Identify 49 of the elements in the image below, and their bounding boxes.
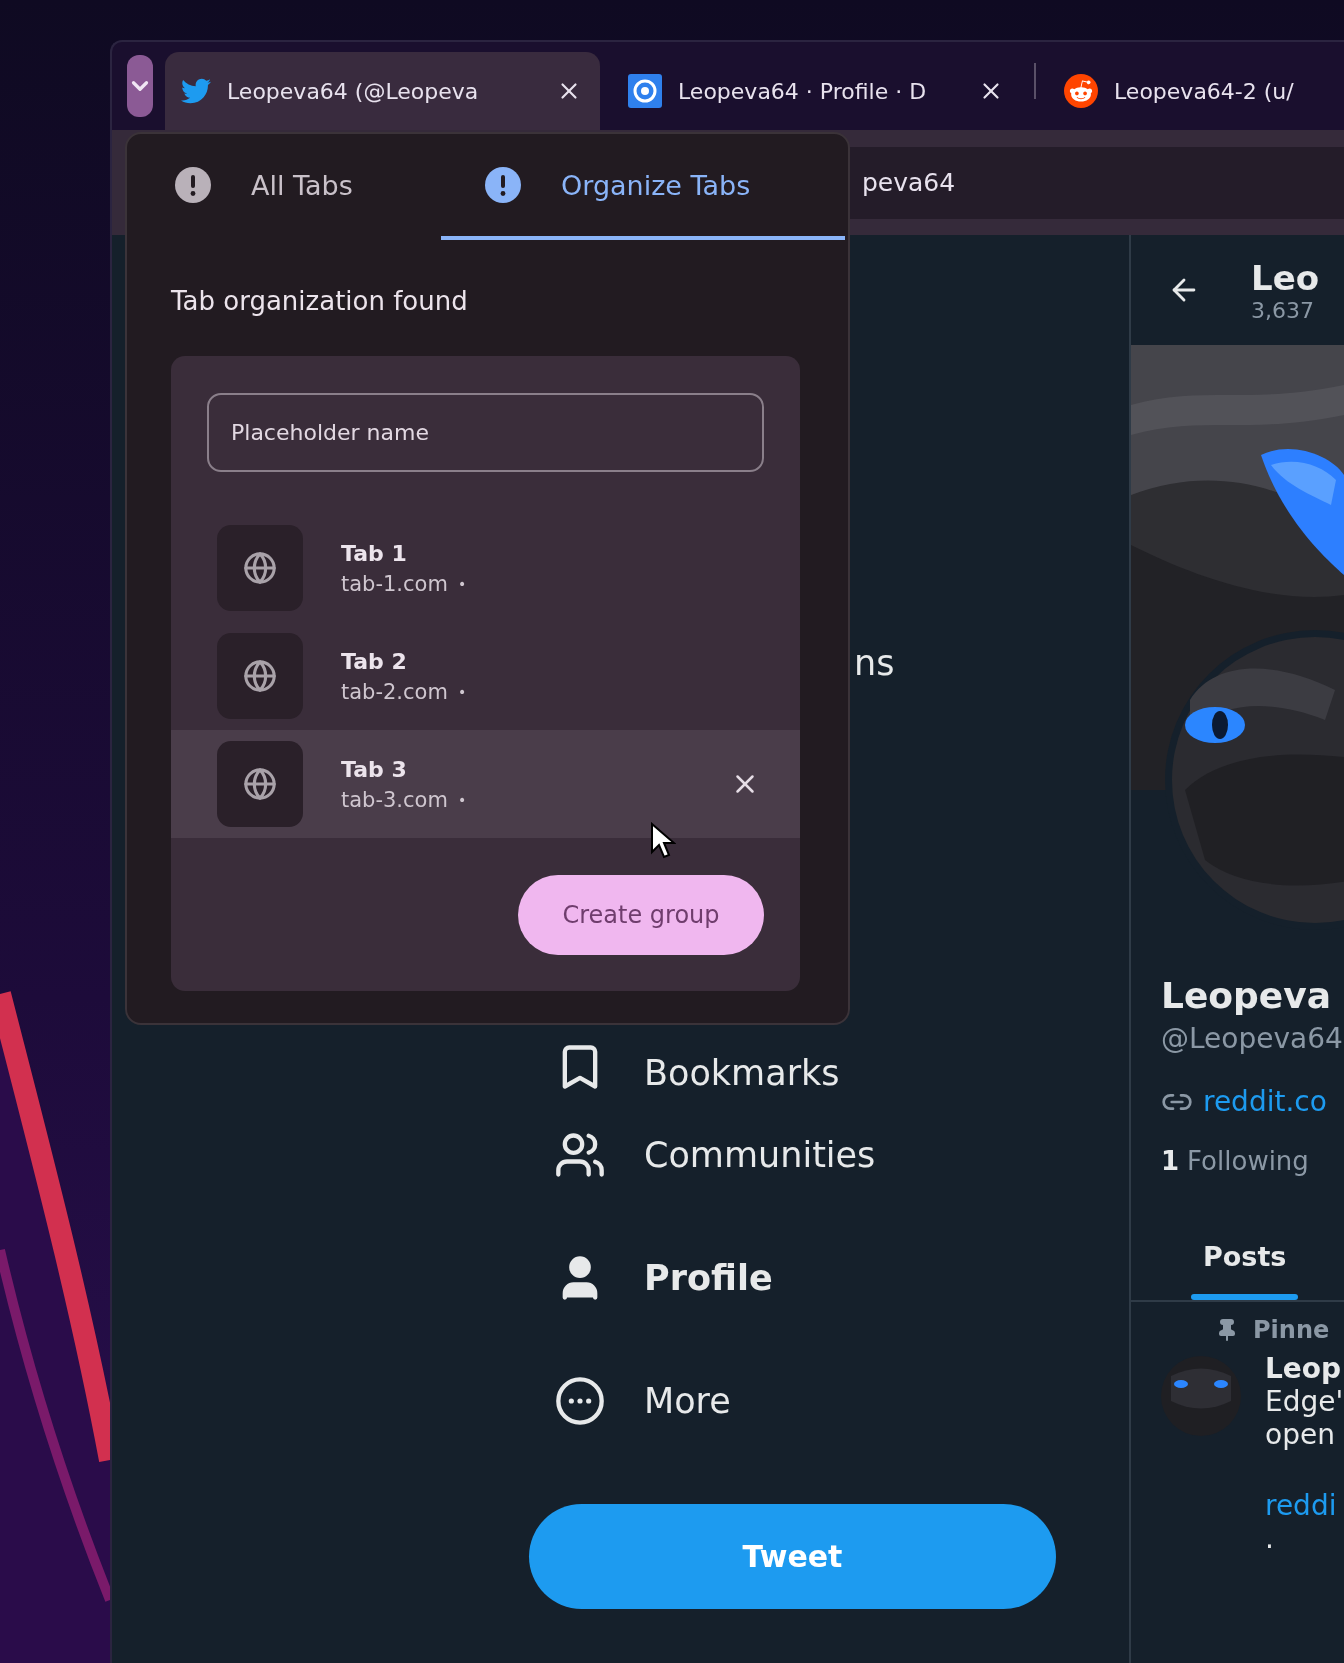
tab-url: tab-1.com (341, 571, 448, 596)
globe-icon (217, 741, 303, 827)
nav-item[interactable]: Bookmarks (554, 990, 1129, 1093)
bird-icon (181, 76, 211, 106)
nav-item[interactable]: More (554, 1339, 1129, 1462)
profile-link[interactable]: reddit.co (1203, 1085, 1327, 1118)
post-count: 3,637 (1251, 297, 1315, 323)
post-link[interactable]: reddi (1265, 1489, 1344, 1522)
post-author: Leop (1265, 1352, 1343, 1385)
post-text: Edge' (1265, 1385, 1344, 1418)
globe-icon (217, 525, 303, 611)
nav-item[interactable]: Profile (554, 1216, 1129, 1339)
tab-row[interactable]: Tab 1 tab-1.com • (171, 514, 800, 622)
browser-tab[interactable]: Leopeva64 · Profile · D (612, 52, 1022, 130)
info-icon (485, 167, 521, 203)
popup-tab[interactable]: Organize Tabs (441, 134, 845, 240)
browser-tab[interactable]: Leopeva64-2 (u/ (1048, 52, 1344, 130)
globe-icon (217, 633, 303, 719)
tab-url: tab-2.com (341, 679, 448, 704)
info-icon (175, 167, 211, 203)
tab-url: tab-3.com (341, 787, 448, 812)
popup-heading: Tab organization found (171, 286, 469, 316)
tab-row[interactable]: Tab 2 tab-2.com • (171, 622, 800, 730)
nav-item[interactable]: Communities (554, 1093, 1129, 1216)
tab-row[interactable]: Tab 3 tab-3.com • (171, 730, 800, 838)
more-icon (554, 1374, 606, 1427)
profile-tab[interactable]: Posts (1191, 1221, 1299, 1300)
following-label: Following (1187, 1146, 1309, 1176)
tab-title: Tab 2 (341, 648, 408, 674)
separator-dot: • (457, 791, 467, 808)
tab-list-button[interactable] (127, 55, 153, 117)
post-text: . (1265, 1522, 1275, 1555)
profile-display-name: Leopeva (1161, 975, 1333, 1016)
popup-tab[interactable]: All Tabs (127, 134, 441, 240)
pinned-label: Pinne (1253, 1316, 1330, 1344)
tab-title: Tab 1 (341, 540, 408, 566)
profile-handle: @Leopeva64 (1161, 1022, 1344, 1055)
separator-dot: • (457, 683, 467, 700)
group-name-field[interactable]: Placeholder name (207, 393, 764, 472)
following-count: 1 (1161, 1146, 1180, 1176)
cursor-icon (650, 822, 676, 860)
post-text: open (1265, 1418, 1336, 1451)
app-icon (628, 74, 662, 108)
tab-title: Tab 3 (341, 756, 408, 782)
browser-tab[interactable]: Leopeva64 (@Leopeva (165, 52, 600, 130)
separator-dot: • (457, 575, 467, 592)
reddit-icon (1064, 74, 1098, 108)
create-group-button[interactable]: Create group (518, 875, 764, 955)
profile-name: Leo (1251, 257, 1320, 298)
